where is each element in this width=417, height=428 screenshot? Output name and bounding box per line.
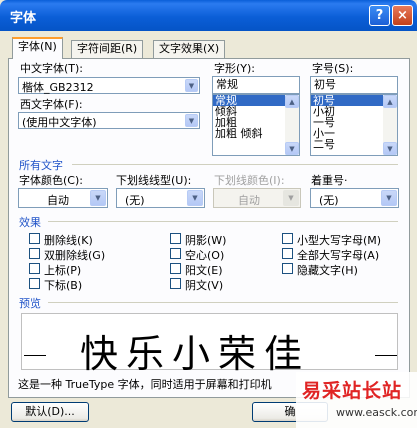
chevron-down-icon[interactable]: ▼ — [185, 79, 198, 92]
scroll-up-icon[interactable]: ▲ — [383, 95, 397, 108]
section-divider — [48, 302, 398, 303]
western-font-label: 西文字体(F): — [20, 98, 83, 111]
font-size-input[interactable]: 初号 — [310, 76, 398, 94]
font-type-note: 这是一种 TrueType 字体，同时适用于屏幕和打印机 — [18, 378, 272, 391]
preview-baseline — [24, 355, 46, 356]
chevron-down-icon[interactable]: ▼ — [90, 190, 106, 206]
western-font-select[interactable]: (使用中文字体) ▼ — [18, 112, 200, 129]
title-bar[interactable]: 字体 ? × — [0, 0, 417, 31]
preview-baseline — [375, 355, 397, 356]
underline-style-select[interactable]: (无) ▼ — [116, 188, 205, 208]
font-size-scrollbar[interactable]: ▲ ▼ — [383, 95, 397, 155]
emphasis-select[interactable]: (无) ▼ — [310, 188, 399, 208]
font-color-value: 自动 — [47, 194, 69, 207]
font-size-list[interactable]: 初号 小初 一号 小一 二号 ▲ ▼ — [310, 94, 398, 156]
section-divider — [48, 221, 398, 222]
emphasis-label: 着重号· — [311, 174, 348, 187]
all-text-section-label: 所有文字 — [19, 159, 63, 172]
watermark-logo: 易采站长站 www.easck.com — [296, 372, 417, 428]
watermark-url: www.easck.com — [336, 406, 417, 419]
preview-box: 快乐小荣佳 — [21, 313, 398, 376]
tab-text-effects[interactable]: 文字效果(X) — [153, 40, 226, 58]
help-icon[interactable]: ? — [369, 5, 390, 26]
chevron-down-icon[interactable]: ▼ — [283, 190, 299, 206]
window-title: 字体 — [10, 11, 37, 26]
section-divider — [72, 164, 398, 165]
watermark-brand: 易采站长站 — [302, 380, 403, 402]
chevron-down-icon[interactable]: ▼ — [185, 114, 198, 127]
font-style-scrollbar[interactable]: ▲ ▼ — [285, 95, 299, 155]
font-color-select[interactable]: 自动 ▼ — [18, 188, 108, 208]
effects-section-label: 效果 — [19, 216, 41, 229]
underline-style-label: 下划线线型(U): — [116, 174, 192, 187]
font-style-label: 字形(Y): — [214, 62, 256, 75]
scroll-down-icon[interactable]: ▼ — [383, 142, 397, 155]
font-style-input[interactable]: 常规 — [212, 76, 300, 94]
font-size-label: 字号(S): — [312, 62, 354, 75]
tab-character-spacing[interactable]: 字符间距(R) — [71, 40, 144, 58]
chinese-font-value: 楷体_GB2312 — [22, 81, 94, 94]
underline-color-label: 下划线颜色(I): — [214, 174, 285, 187]
chevron-down-icon[interactable]: ▼ — [381, 190, 397, 206]
default-button[interactable]: 默认(D)... — [11, 402, 89, 422]
western-font-value: (使用中文字体) — [22, 116, 97, 129]
preview-sample-text: 快乐小荣佳 — [80, 332, 311, 376]
chinese-font-label: 中文字体(T): — [20, 62, 84, 75]
font-color-label: 字体颜色(C): — [19, 174, 83, 187]
underline-color-select[interactable]: 自动 ▼ — [213, 188, 301, 208]
underline-style-value: (无) — [125, 194, 145, 207]
scroll-down-icon[interactable]: ▼ — [285, 142, 299, 155]
preview-section-label: 预览 — [19, 297, 41, 310]
scroll-up-icon[interactable]: ▲ — [285, 95, 299, 108]
emphasis-value: (无) — [319, 194, 339, 207]
underline-color-value: 自动 — [238, 194, 260, 207]
tab-font[interactable]: 字体(N) — [12, 37, 63, 59]
chinese-font-select[interactable]: 楷体_GB2312 ▼ — [18, 77, 200, 94]
font-style-list[interactable]: 常规 倾斜 加粗 加粗 倾斜 ▲ ▼ — [212, 94, 300, 156]
close-icon[interactable]: × — [392, 5, 413, 26]
chevron-down-icon[interactable]: ▼ — [187, 190, 203, 206]
